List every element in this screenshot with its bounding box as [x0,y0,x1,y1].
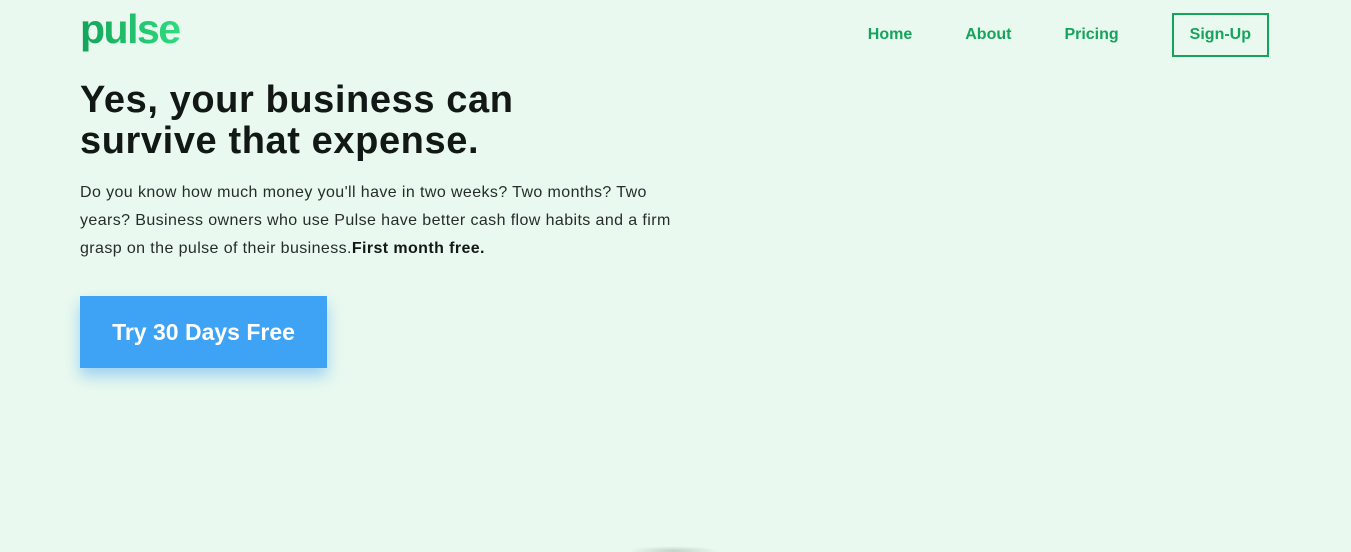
logo-wordmark: pulse [80,10,180,52]
try-free-button[interactable]: Try 30 Days Free [80,296,327,368]
landing-page: pulse Home About Pricing Sign-Up Yes, yo… [0,0,1351,552]
nav-about[interactable]: About [965,26,1011,44]
hero-headline: Yes, your business can survive that expe… [80,80,640,162]
top-nav: Home About Pricing Sign-Up [868,13,1269,57]
pulse-logo[interactable]: pulse [80,10,192,58]
signup-button[interactable]: Sign-Up [1171,13,1269,57]
headline-line-1: Yes, your business can [80,79,514,121]
nav-pricing[interactable]: Pricing [1064,26,1118,44]
nav-home[interactable]: Home [868,26,912,44]
scroll-shadow-decoration [628,546,720,552]
hero-description: Do you know how much money you'll have i… [80,179,700,263]
headline-line-2: survive that expense. [80,120,480,162]
free-month-emphasis: First month free. [351,240,485,257]
